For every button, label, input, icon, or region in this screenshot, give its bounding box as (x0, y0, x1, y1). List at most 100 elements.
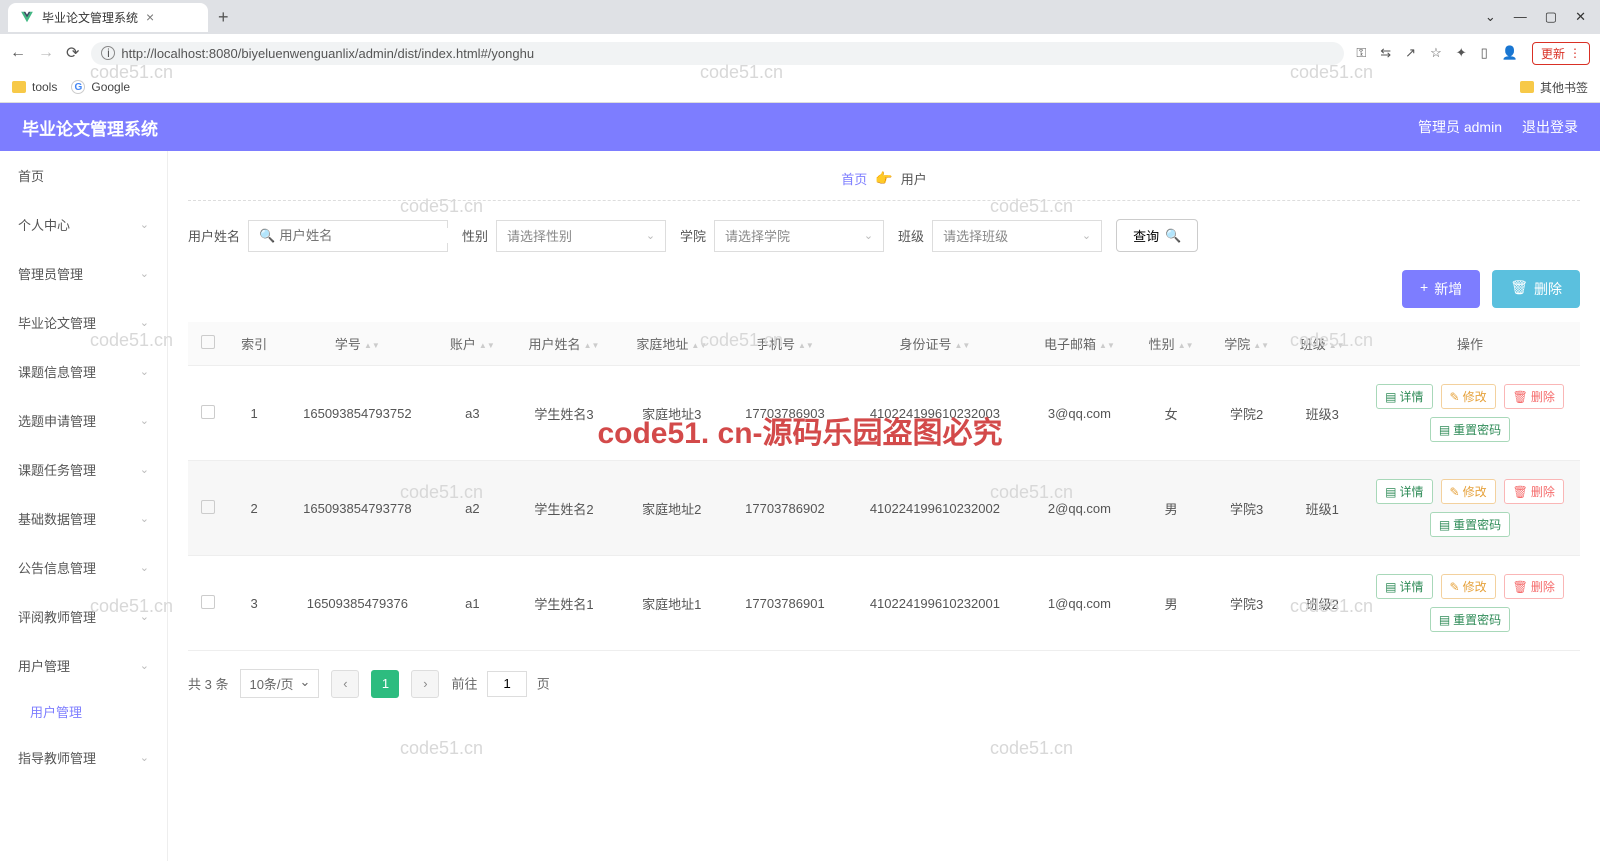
cell-gender: 女 (1133, 366, 1209, 461)
page-size-select[interactable]: 10条/页⌄ (240, 669, 319, 698)
detail-button[interactable]: ▤详情 (1376, 479, 1432, 504)
sidebar-item-basedata[interactable]: 基础数据管理⌄ (0, 494, 167, 543)
detail-button[interactable]: ▤详情 (1376, 574, 1432, 599)
profile-icon[interactable]: 👤 (1502, 45, 1518, 61)
translate-icon[interactable]: ⇆ (1380, 45, 1391, 61)
chevron-down-icon: ⌄ (140, 512, 149, 525)
key-icon: ▤ (1439, 613, 1450, 627)
col-class[interactable]: 班级▲▼ (1284, 322, 1360, 366)
sidebar-item-personal[interactable]: 个人中心⌄ (0, 200, 167, 249)
delete-row-button[interactable]: 🗑删除 (1504, 574, 1564, 599)
chevron-down-icon: ⌄ (300, 674, 311, 693)
cell-class: 班级3 (1284, 366, 1360, 461)
sidebar: 首页 个人中心⌄ 管理员管理⌄ 毕业论文管理⌄ 课题信息管理⌄ 选题申请管理⌄ … (0, 151, 168, 861)
chevron-down-icon: ⌄ (140, 316, 149, 329)
col-index[interactable]: 索引 (228, 322, 280, 366)
key-icon[interactable]: ⚿ (1356, 45, 1366, 61)
col-username[interactable]: 用户姓名▲▼ (510, 322, 618, 366)
sidebar-item-notice[interactable]: 公告信息管理⌄ (0, 543, 167, 592)
col-idcard[interactable]: 身份证号▲▼ (844, 322, 1025, 366)
filter-gender-select[interactable]: 请选择性别 ⌄ (496, 220, 666, 252)
key-icon: ▤ (1439, 518, 1450, 532)
address-bar[interactable]: i http://localhost:8080/biyeluenwenguanl… (91, 42, 1344, 65)
row-checkbox[interactable] (201, 595, 215, 609)
sidebar-sub-user[interactable]: 用户管理 (0, 690, 167, 733)
page-1-button[interactable]: 1 (371, 670, 399, 698)
row-checkbox[interactable] (201, 500, 215, 514)
bookmark-tools[interactable]: tools (12, 80, 57, 94)
chevron-down-icon: ⌄ (140, 218, 149, 231)
breadcrumb-home[interactable]: 首页 (841, 169, 867, 188)
bookmark-other[interactable]: 其他书签 (1520, 79, 1588, 96)
sidebar-item-task[interactable]: 课题任务管理⌄ (0, 445, 167, 494)
reset-pwd-button[interactable]: ▤重置密码 (1430, 417, 1510, 442)
share-icon[interactable]: ↗ (1405, 45, 1416, 61)
sidebar-item-apply[interactable]: 选题申请管理⌄ (0, 396, 167, 445)
star-icon[interactable]: ☆ (1430, 45, 1442, 61)
sidebar-item-admin[interactable]: 管理员管理⌄ (0, 249, 167, 298)
cell-college: 学院3 (1209, 461, 1285, 556)
page-jump-input[interactable] (487, 671, 527, 697)
cell-phone: 17703786903 (726, 366, 845, 461)
col-phone[interactable]: 手机号▲▼ (726, 322, 845, 366)
delete-button[interactable]: 🗑删除 (1492, 270, 1580, 308)
reset-pwd-button[interactable]: ▤重置密码 (1430, 512, 1510, 537)
col-address[interactable]: 家庭地址▲▼ (618, 322, 726, 366)
col-stuno[interactable]: 学号▲▼ (280, 322, 434, 366)
cell-account: a3 (435, 366, 511, 461)
extensions-icon[interactable]: ✦ (1456, 45, 1467, 61)
chevron-down-icon: ⌄ (140, 414, 149, 427)
back-button[interactable]: ← (10, 44, 26, 62)
filter-name-input[interactable]: 🔍 (248, 220, 448, 252)
col-college[interactable]: 学院▲▼ (1209, 322, 1285, 366)
delete-row-button[interactable]: 🗑删除 (1504, 384, 1564, 409)
sidebar-item-user[interactable]: 用户管理⌄ (0, 641, 167, 690)
forward-button[interactable]: → (38, 44, 54, 62)
reset-pwd-button[interactable]: ▤重置密码 (1430, 607, 1510, 632)
delete-row-button[interactable]: 🗑删除 (1504, 479, 1564, 504)
filter-class-select[interactable]: 请选择班级 ⌄ (932, 220, 1102, 252)
edit-button[interactable]: ✎修改 (1441, 479, 1496, 504)
edit-button[interactable]: ✎修改 (1441, 384, 1496, 409)
next-page-button[interactable]: › (411, 670, 439, 698)
logout-button[interactable]: 退出登录 (1522, 117, 1578, 137)
site-info-icon[interactable]: i (101, 46, 115, 60)
cell-address: 家庭地址3 (618, 366, 726, 461)
filter-college-select[interactable]: 请选择学院 ⌄ (714, 220, 884, 252)
select-all-checkbox[interactable] (201, 335, 215, 349)
browser-tab[interactable]: 毕业论文管理系统 × (8, 3, 208, 32)
prev-page-button[interactable]: ‹ (331, 670, 359, 698)
sidebar-item-review[interactable]: 评阅教师管理⌄ (0, 592, 167, 641)
add-button[interactable]: +新增 (1402, 270, 1480, 308)
tab-title: 毕业论文管理系统 (42, 9, 138, 26)
cell-username: 学生姓名2 (510, 461, 618, 556)
tab-close-icon[interactable]: × (146, 9, 154, 25)
close-window-icon[interactable]: ✕ (1575, 9, 1586, 25)
detail-button[interactable]: ▤详情 (1376, 384, 1432, 409)
col-gender[interactable]: 性别▲▼ (1133, 322, 1209, 366)
minimize-icon[interactable]: — (1514, 9, 1527, 25)
refresh-button[interactable]: ⟳ (66, 43, 79, 63)
sidebar-item-topic[interactable]: 课题信息管理⌄ (0, 347, 167, 396)
page-total: 共 3 条 (188, 674, 228, 693)
breadcrumb-current: 用户 (901, 169, 927, 188)
chevron-down-icon: ⌄ (140, 751, 149, 764)
update-button[interactable]: 更新 ⋮ (1532, 42, 1590, 65)
chevron-down-icon[interactable]: ⌄ (1485, 9, 1496, 25)
query-button[interactable]: 查询 🔍 (1116, 219, 1198, 252)
side-panel-icon[interactable]: ▯ (1481, 45, 1488, 61)
bookmark-google[interactable]: G Google (71, 80, 130, 94)
chevron-down-icon: ⌄ (646, 229, 655, 242)
maximize-icon[interactable]: ▢ (1545, 9, 1557, 25)
sidebar-item-home[interactable]: 首页 (0, 151, 167, 200)
col-account[interactable]: 账户▲▼ (435, 322, 511, 366)
new-tab-button[interactable]: + (208, 7, 239, 28)
edit-button[interactable]: ✎修改 (1441, 574, 1496, 599)
google-icon: G (71, 80, 85, 94)
current-user[interactable]: 管理员 admin (1418, 117, 1502, 137)
cell-class: 班级1 (1284, 461, 1360, 556)
sidebar-item-guide[interactable]: 指导教师管理⌄ (0, 733, 167, 782)
sidebar-item-thesis[interactable]: 毕业论文管理⌄ (0, 298, 167, 347)
col-email[interactable]: 电子邮箱▲▼ (1026, 322, 1134, 366)
row-checkbox[interactable] (201, 405, 215, 419)
